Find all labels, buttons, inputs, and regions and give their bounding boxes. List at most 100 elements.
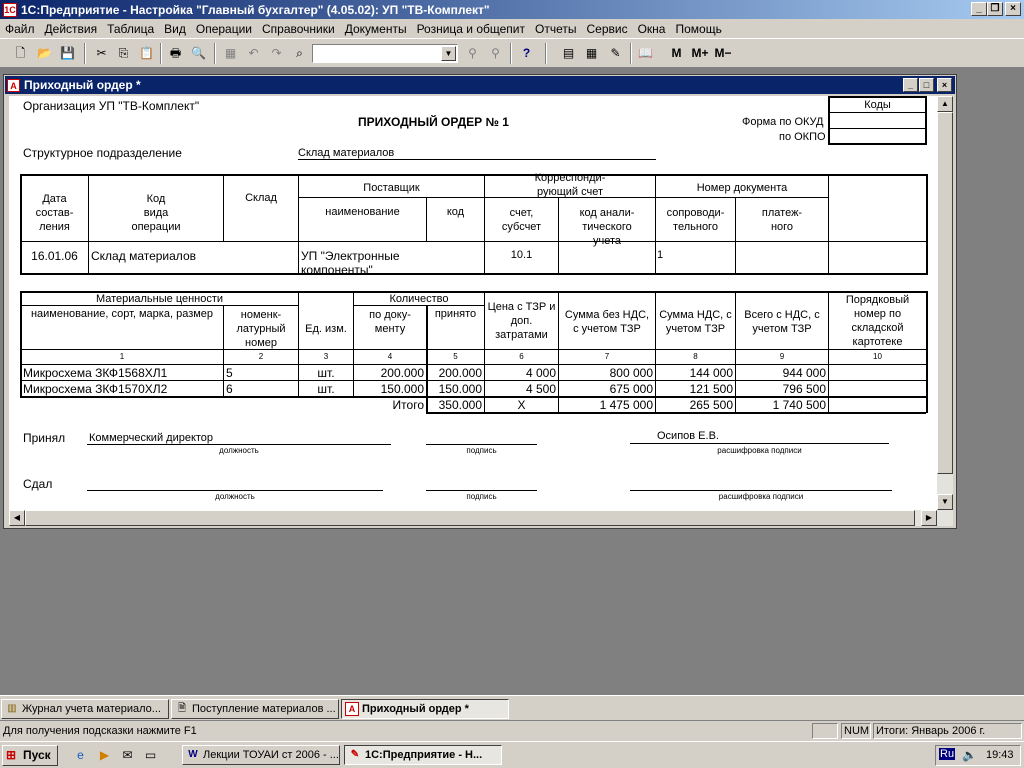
find-binoculars-icon[interactable]: ⌕: [291, 45, 308, 62]
copy-icon[interactable]: ⎘: [115, 45, 132, 62]
okpo-cell[interactable]: [830, 129, 925, 143]
col-analytic-header: код анали-тического учета: [579, 207, 635, 247]
vertical-scrollbar[interactable]: ▲ ▼: [937, 96, 953, 510]
item-name-cell[interactable]: Микросхема ЗКФ1570ХЛ2: [23, 382, 167, 396]
date-cell[interactable]: 16.01.06: [21, 249, 88, 263]
scroll-up-icon[interactable]: ▲: [937, 96, 953, 112]
scroll-down-icon[interactable]: ▼: [937, 494, 953, 510]
total-vat: 265 500: [689, 398, 733, 412]
col-number: 10: [873, 352, 882, 361]
menu-file[interactable]: Файл: [0, 22, 40, 36]
spreadsheet-area[interactable]: Организация УП "ТВ-Комплект" Коды Форма …: [9, 96, 937, 510]
item-total-cell[interactable]: 796 500: [736, 382, 826, 396]
item-sum-cell[interactable]: 675 000: [559, 382, 653, 396]
app-title-bar[interactable]: 1C 1С:Предприятие - Настройка "Главный б…: [0, 0, 1024, 19]
ie-icon[interactable]: e: [72, 747, 89, 764]
window-tabs-bar: ▥ Журнал учета материало... 🗎 Поступление …: [0, 695, 1024, 720]
col-vat-header: Сумма НДС, с учетом ТЗР: [659, 309, 732, 335]
item-bydoc-cell[interactable]: 150.000: [354, 382, 424, 396]
find-next-icon[interactable]: ⚲: [464, 45, 481, 62]
doc-minimize-button[interactable]: _: [903, 78, 918, 92]
scroll-left-icon[interactable]: ◀: [9, 510, 25, 526]
menu-documents[interactable]: Документы: [340, 22, 412, 36]
item-sum-cell[interactable]: 800 000: [559, 366, 653, 380]
taskbar-item-1c[interactable]: ✎ 1С:Предприятие - Н...: [344, 745, 502, 765]
language-indicator[interactable]: Ru: [939, 748, 956, 760]
menu-help[interactable]: Помощь: [670, 22, 726, 36]
subdivision-underline: [298, 159, 656, 160]
restore-button[interactable]: ❐: [987, 2, 1003, 16]
window-tab-journal[interactable]: ▥ Журнал учета материало...: [1, 699, 169, 719]
optype-cell[interactable]: Склад материалов: [91, 249, 196, 263]
chevron-down-icon[interactable]: ▼: [441, 46, 456, 61]
outlook-icon[interactable]: ✉: [119, 747, 136, 764]
doc-maximize-button[interactable]: □: [919, 78, 934, 92]
memory-minus-button[interactable]: M−: [713, 45, 733, 62]
accomp-doc-cell[interactable]: 1: [657, 249, 663, 261]
account-cell[interactable]: 10.1: [485, 249, 558, 261]
scroll-thumb[interactable]: [25, 510, 915, 526]
menu-reports[interactable]: Отчеты: [530, 22, 581, 36]
item-accepted-cell[interactable]: 150.000: [427, 382, 482, 396]
doc-close-button[interactable]: ×: [937, 78, 952, 92]
menu-service[interactable]: Сервис: [581, 22, 632, 36]
item-unit-cell[interactable]: шт.: [299, 382, 353, 396]
item-total-cell[interactable]: 944 000: [736, 366, 826, 380]
supplier-name-cell[interactable]: УП "Электронные компоненты": [301, 249, 400, 277]
window-tab-order[interactable]: A Приходный ордер *: [341, 699, 509, 719]
new-document-icon[interactable]: 🗋: [12, 45, 29, 62]
redo-icon[interactable]: ↷: [268, 45, 285, 62]
item-name-cell[interactable]: Микросхема ЗКФ1568ХЛ1: [23, 366, 167, 380]
item-unit-cell[interactable]: шт.: [299, 366, 353, 380]
document-title: Приходный ордер *: [24, 78, 141, 92]
menu-operations[interactable]: Операции: [191, 22, 257, 36]
horizontal-scrollbar[interactable]: ◀ ▶: [9, 510, 953, 526]
print-icon[interactable]: 🖶: [167, 45, 184, 62]
window-tab-receipt[interactable]: 🗎 Поступление материалов ...: [171, 699, 339, 719]
help-icon[interactable]: ?: [518, 45, 535, 62]
close-button[interactable]: ×: [1005, 2, 1021, 16]
properties-icon[interactable]: ▦: [222, 45, 239, 62]
cut-icon[interactable]: ✂: [93, 45, 110, 62]
find-prev-icon[interactable]: ⚲: [487, 45, 504, 62]
clipboard-edit-icon[interactable]: ✎: [607, 45, 624, 62]
accepted-position: Коммерческий директор: [89, 432, 214, 444]
paste-icon[interactable]: 📋: [138, 45, 155, 62]
memory-button[interactable]: M: [668, 45, 685, 62]
minimize-button[interactable]: _: [971, 2, 987, 16]
item-vat-cell[interactable]: 121 500: [656, 382, 733, 396]
open-folder-icon[interactable]: 📂: [36, 45, 53, 62]
scroll-right-icon[interactable]: ▶: [921, 510, 937, 526]
scroll-thumb[interactable]: [937, 112, 953, 474]
undo-icon[interactable]: ↶: [245, 45, 262, 62]
calculator-icon[interactable]: ▤: [560, 45, 577, 62]
print-preview-icon[interactable]: 🔍: [190, 45, 207, 62]
media-icon[interactable]: ▶: [96, 747, 113, 764]
menu-actions[interactable]: Действия: [40, 22, 103, 36]
book-icon[interactable]: 📖: [637, 45, 654, 62]
calendar-icon[interactable]: ▦: [583, 45, 600, 62]
menu-references[interactable]: Справочники: [257, 22, 340, 36]
item-accepted-cell[interactable]: 200.000: [427, 366, 482, 380]
menu-windows[interactable]: Окна: [633, 22, 671, 36]
taskbar-item-lectures[interactable]: W Лекции ТОУАИ ст 2006 - ...: [182, 745, 340, 765]
menu-table[interactable]: Таблица: [102, 22, 159, 36]
menu-view[interactable]: Вид: [159, 22, 191, 36]
item-vat-cell[interactable]: 144 000: [656, 366, 733, 380]
item-bydoc-cell[interactable]: 200.000: [354, 366, 424, 380]
item-nomen-cell[interactable]: 5: [226, 366, 233, 380]
volume-icon[interactable]: 🔈: [962, 748, 977, 762]
memory-plus-button[interactable]: M+: [690, 45, 710, 62]
okud-cell[interactable]: [830, 113, 925, 129]
start-button[interactable]: ⊞ Пуск: [2, 745, 58, 766]
menu-retail[interactable]: Розница и общепит: [412, 22, 530, 36]
search-combo[interactable]: ▼: [312, 44, 458, 63]
desktop-icon[interactable]: ▭: [142, 747, 159, 764]
document-title-bar[interactable]: A Приходный ордер * _ □ ×: [5, 76, 955, 94]
save-icon[interactable]: 💾: [59, 45, 76, 62]
item-price-cell[interactable]: 4 000: [485, 366, 556, 380]
item-price-cell[interactable]: 4 500: [485, 382, 556, 396]
toolbar-separator: [545, 43, 547, 64]
item-nomen-cell[interactable]: 6: [226, 382, 233, 396]
col-number: 1: [119, 352, 125, 361]
